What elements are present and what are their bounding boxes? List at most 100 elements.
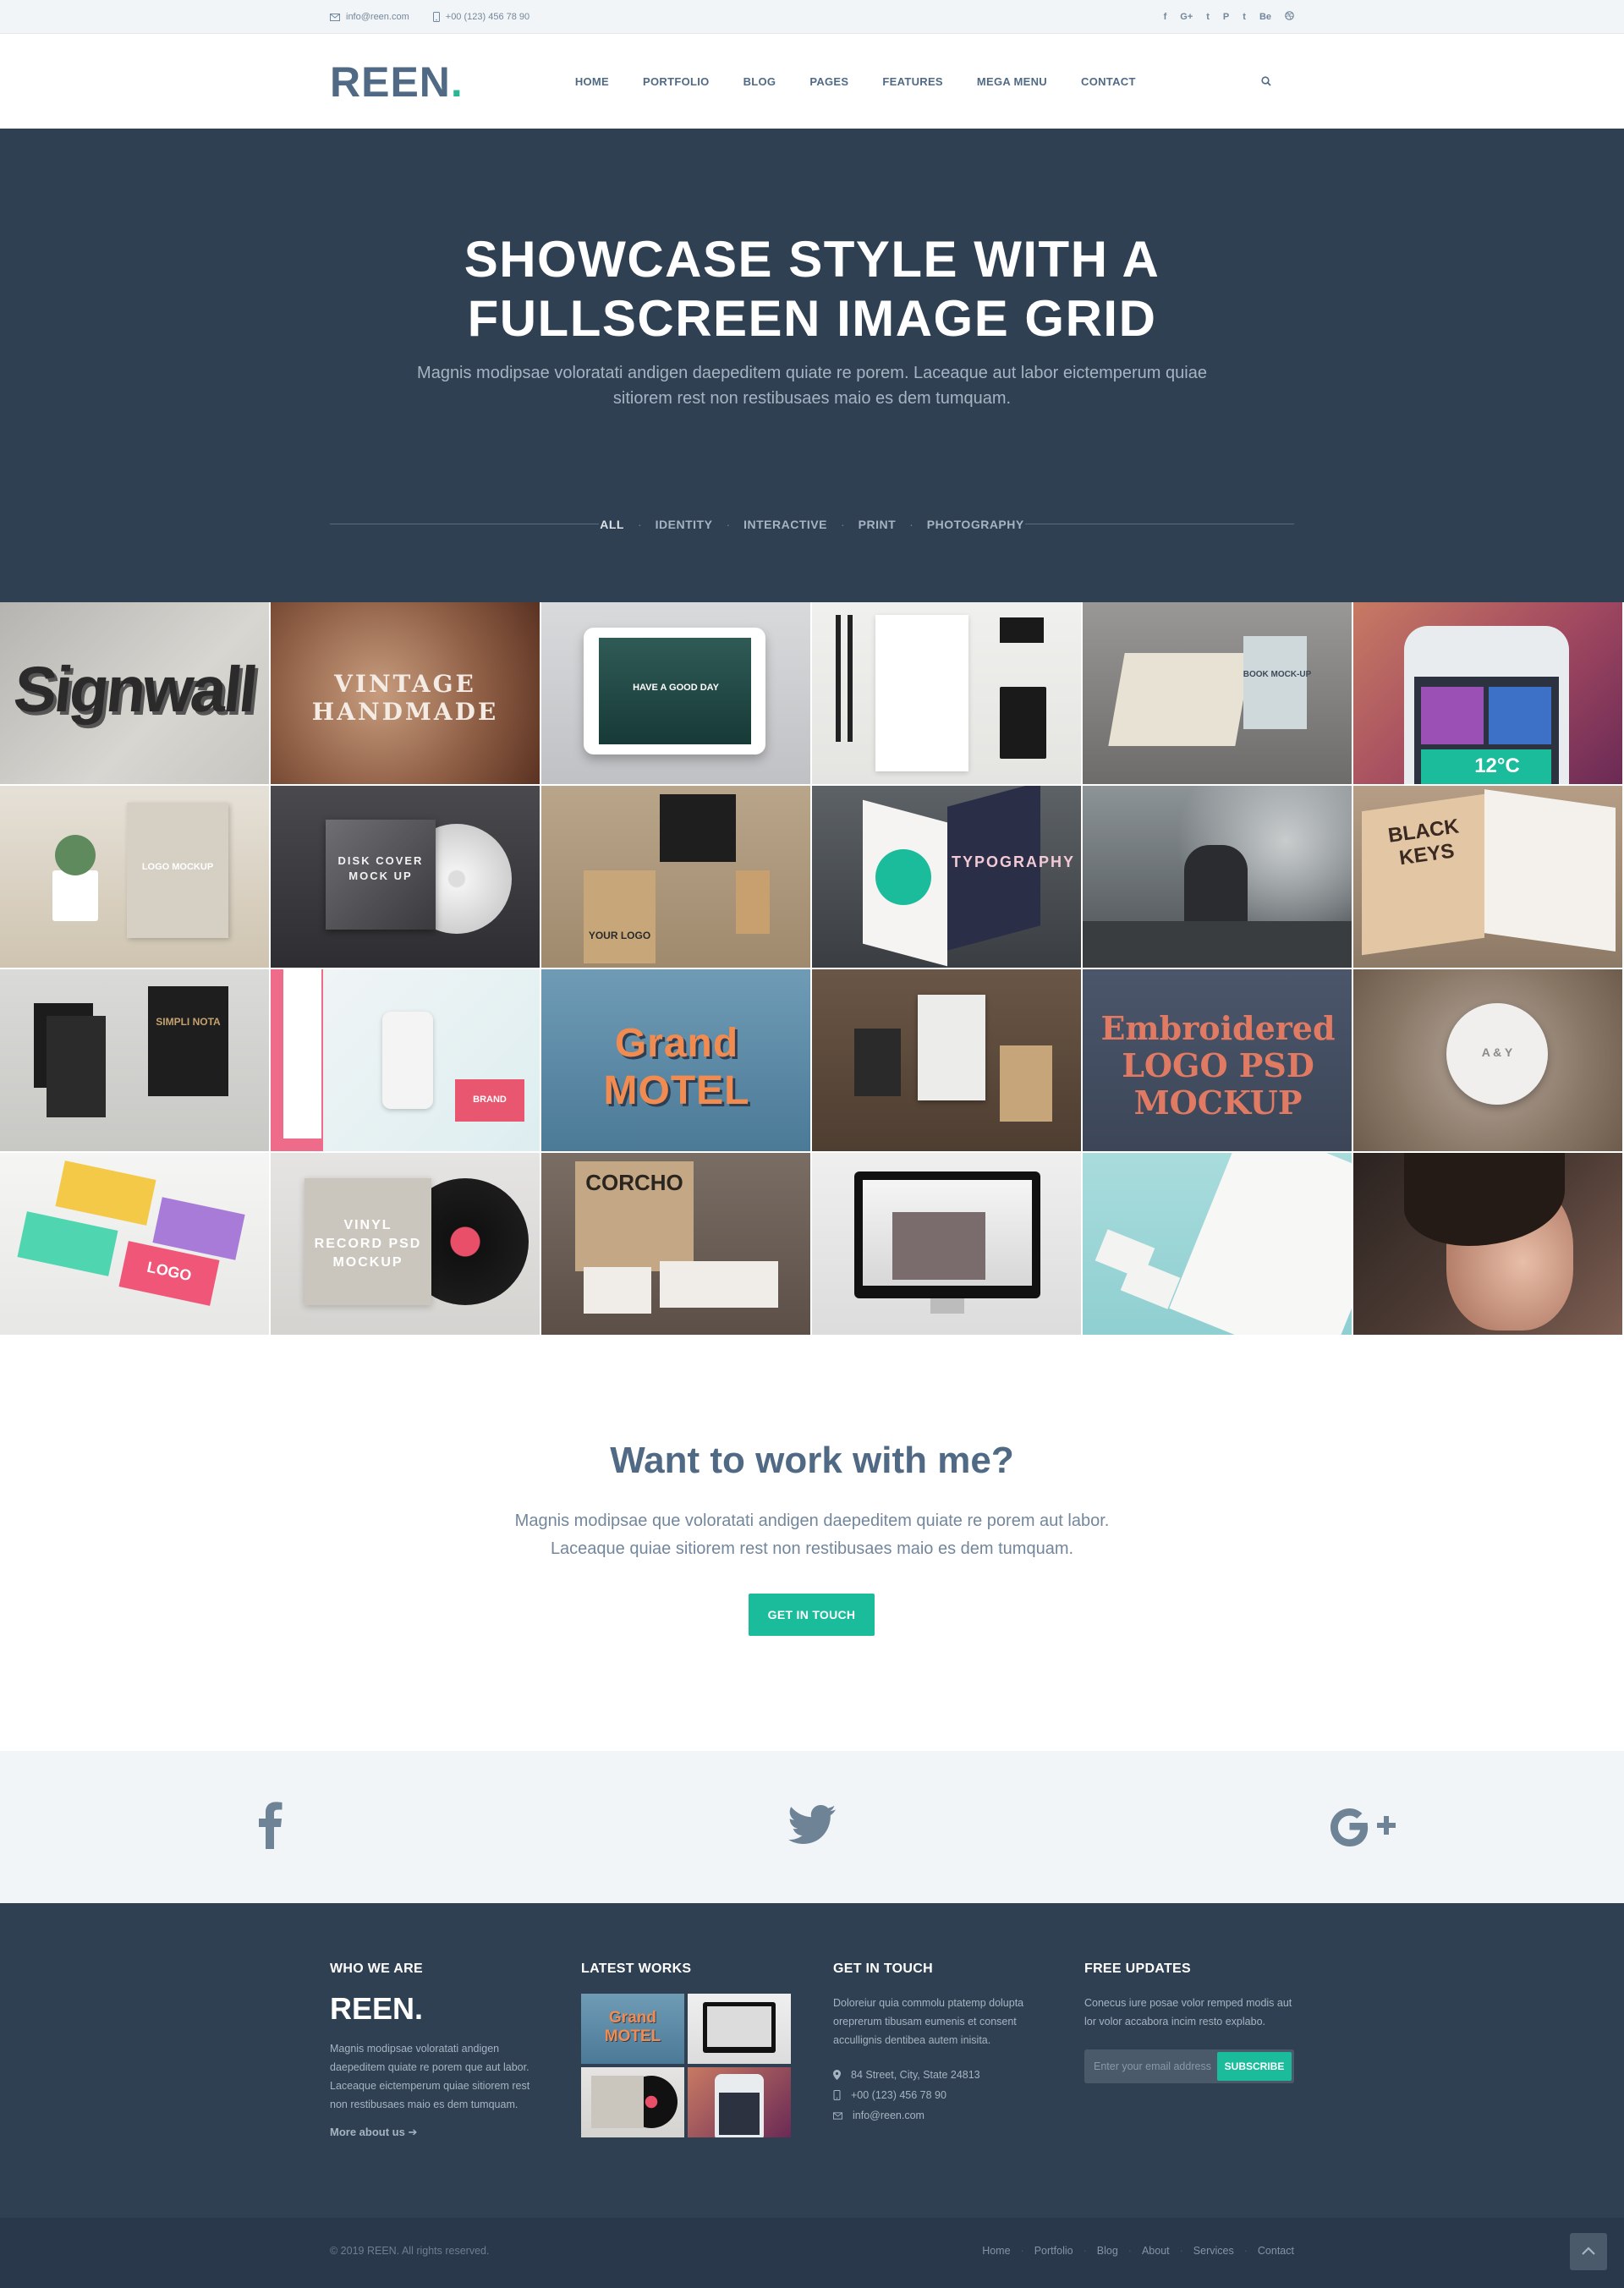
brochure-circle <box>875 849 931 905</box>
notebook-shape <box>1000 1045 1052 1122</box>
latest-work-thumb[interactable] <box>581 2067 684 2137</box>
app-tile <box>1489 687 1551 744</box>
site-logo[interactable]: REEN. <box>330 61 464 103</box>
portfolio-item[interactable]: Signwall <box>0 602 271 786</box>
notebook-shape <box>1000 687 1046 759</box>
white-paper <box>283 969 321 1139</box>
footer-touch-text: Doloreiur quia commolu ptatemp dolupta o… <box>833 1997 1024 2046</box>
twitter-icon[interactable] <box>788 1805 836 1848</box>
footer-phone: +00 (123) 456 78 90 <box>833 2085 1053 2105</box>
search-icon[interactable] <box>1261 75 1271 91</box>
portfolio-item[interactable]: DISK COVER MOCK UP <box>271 786 541 969</box>
latest-work-thumb[interactable] <box>688 1994 791 2064</box>
portfolio-item[interactable]: YOUR LOGO <box>541 786 812 969</box>
social-strip <box>0 1751 1624 1903</box>
facebook-icon[interactable]: f <box>1164 12 1167 22</box>
filter-print[interactable]: PRINT <box>859 518 897 531</box>
portfolio-item[interactable] <box>1083 1153 1353 1336</box>
portfolio-item[interactable]: SIMPLI NOTA <box>0 969 271 1153</box>
hero-title: SHOWCASE STYLE WITH A FULLSCREEN IMAGE G… <box>0 230 1624 348</box>
footer-logo[interactable]: REEN. <box>330 1994 550 2024</box>
portfolio-item[interactable]: BOOK MOCK-UP <box>1083 602 1353 786</box>
filter-all[interactable]: ALL <box>600 518 624 531</box>
footer-phone-text: +00 (123) 456 78 90 <box>851 2089 946 2101</box>
portfolio-item[interactable] <box>812 1153 1083 1336</box>
filter-interactive[interactable]: INTERACTIVE <box>743 518 827 531</box>
portfolio-item[interactable] <box>1353 1153 1624 1336</box>
footer-link-blog[interactable]: Blog <box>1097 2245 1118 2257</box>
topbar-email[interactable]: info@reen.com <box>330 12 409 22</box>
nav-mega-menu[interactable]: MEGA MENU <box>960 75 1064 88</box>
portfolio-item[interactable]: BRAND <box>271 969 541 1153</box>
portfolio-item[interactable]: BLACK KEYS <box>1353 786 1624 969</box>
nav-contact[interactable]: CONTACT <box>1064 75 1153 88</box>
latest-works-grid: Grand MOTEL <box>581 1994 801 2137</box>
hero-title-line2: FULLSCREEN IMAGE GRID <box>467 290 1157 347</box>
latest-work-thumb[interactable] <box>688 2067 791 2137</box>
portfolio-item[interactable]: Embroidered LOGO PSD MOCKUP <box>1083 969 1353 1153</box>
nav-home[interactable]: HOME <box>558 75 626 88</box>
portfolio-item[interactable]: HAVE A GOOD DAY <box>541 602 812 786</box>
footer: WHO WE ARE REEN. Magnis modipsae volorat… <box>0 1903 1624 2218</box>
portfolio-item-label: DISK COVER MOCK UP <box>337 854 424 882</box>
portfolio-item[interactable]: CORCHO <box>541 1153 812 1336</box>
get-in-touch-button[interactable]: GET IN TOUCH <box>749 1594 875 1636</box>
facebook-icon[interactable] <box>257 1802 283 1853</box>
nav-portfolio[interactable]: PORTFOLIO <box>626 75 727 88</box>
subscribe-email-input[interactable] <box>1087 2052 1217 2081</box>
pot-shape <box>52 870 98 921</box>
google-plus-icon[interactable] <box>1328 1805 1396 1852</box>
topbar-phone: +00 (123) 456 78 90 <box>432 12 530 22</box>
footer-link-portfolio[interactable]: Portfolio <box>1034 2245 1073 2257</box>
scroll-to-top-button[interactable] <box>1570 2233 1607 2270</box>
phone-icon <box>833 2090 841 2100</box>
filter-identity[interactable]: IDENTITY <box>656 518 713 531</box>
nav-pages[interactable]: PAGES <box>793 75 865 88</box>
footer-link-contact[interactable]: Contact <box>1258 2245 1294 2257</box>
letterhead-shape <box>875 615 968 771</box>
footer-touch-title: GET IN TOUCH <box>833 1962 933 1976</box>
latest-work-thumb[interactable]: Grand MOTEL <box>581 1994 684 2064</box>
footer-address: 84 Street, City, State 24813 <box>833 2065 1053 2085</box>
more-about-us-label: More about us <box>330 2126 405 2138</box>
rocks-shape <box>1083 921 1352 968</box>
thumb-label: Grand MOTEL <box>604 2009 661 2045</box>
google-plus-icon[interactable]: G+ <box>1180 12 1193 22</box>
copyright-text: © 2019 REEN. All rights reserved. <box>330 2245 490 2257</box>
letter-shape <box>47 1016 106 1117</box>
footer-email[interactable]: info@reen.com <box>833 2105 1053 2126</box>
footer-link-services[interactable]: Services <box>1193 2245 1234 2257</box>
card-shape <box>660 1261 778 1308</box>
monitor-stand <box>930 1298 964 1314</box>
portfolio-item[interactable] <box>812 602 1083 786</box>
tumblr-icon[interactable]: t <box>1243 12 1246 22</box>
nav-blog[interactable]: BLOG <box>727 75 793 88</box>
portfolio-item[interactable] <box>812 969 1083 1153</box>
portfolio-item[interactable]: LOGO MOCKUP <box>0 786 271 969</box>
nav-features[interactable]: FEATURES <box>865 75 960 88</box>
portfolio-item[interactable]: VINYL RECORD PSD MOCKUP <box>271 1153 541 1336</box>
portfolio-item[interactable]: 12°C <box>1353 602 1624 786</box>
topbar-socials: f G+ t P t Be <box>1164 11 1294 23</box>
dribbble-icon[interactable] <box>1285 11 1294 23</box>
behance-icon[interactable]: Be <box>1259 12 1271 22</box>
cta-text: Magnis modipsae que voloratati andigen d… <box>474 1507 1150 1563</box>
filter-separator: · <box>909 518 914 531</box>
footer-link-home[interactable]: Home <box>982 2245 1010 2257</box>
topbar-phone-text: +00 (123) 456 78 90 <box>445 12 530 22</box>
portfolio-item[interactable]: A & Y <box>1353 969 1624 1153</box>
filter-photography[interactable]: PHOTOGRAPHY <box>927 518 1024 531</box>
more-about-us-link[interactable]: More about us ➔ <box>330 2126 550 2139</box>
pinterest-icon[interactable]: P <box>1223 12 1229 22</box>
folder-shape <box>148 986 228 1096</box>
portfolio-item[interactable]: TYPOGRAPHY <box>812 786 1083 969</box>
portfolio-item[interactable]: LOGO <box>0 1153 271 1336</box>
portfolio-item[interactable]: Grand MOTEL <box>541 969 812 1153</box>
subscribe-button[interactable]: SUBSCRIBE <box>1217 2052 1292 2081</box>
twitter-icon[interactable]: t <box>1206 12 1210 22</box>
footer-link-about[interactable]: About <box>1142 2245 1170 2257</box>
portfolio-item[interactable]: VINTAGE HANDMADE <box>271 602 541 786</box>
bag-shape <box>584 870 656 963</box>
pencil-shape <box>848 615 853 742</box>
portfolio-item[interactable] <box>1083 786 1353 969</box>
